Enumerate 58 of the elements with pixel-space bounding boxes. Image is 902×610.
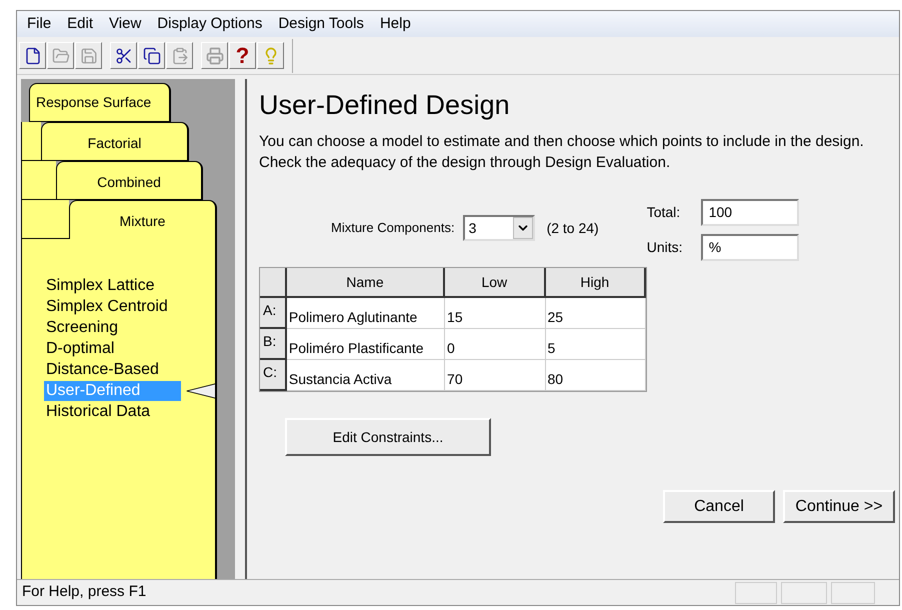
toolbar-button[interactable] <box>19 42 46 69</box>
table-cell[interactable]: 5 <box>546 329 646 360</box>
table-cell[interactable]: 80 <box>546 360 646 391</box>
toolbar-button[interactable] <box>110 42 137 69</box>
dialog-button[interactable]: Cancel <box>663 490 775 523</box>
design-type-item[interactable]: Simplex Lattice <box>44 276 198 296</box>
menu-item[interactable]: Edit <box>67 12 94 36</box>
table-cell[interactable]: Poliméro Plastificante <box>286 329 446 360</box>
status-text: For Help, press F1 <box>21 582 148 602</box>
copy-icon <box>142 46 160 64</box>
status-pane <box>781 582 827 604</box>
page-title: User-Defined Design <box>259 89 511 121</box>
range-hint: (2 to 24) <box>546 218 599 238</box>
menu-item[interactable]: View <box>109 12 142 36</box>
printer-icon <box>206 46 224 64</box>
status-pane <box>735 582 777 604</box>
design-type-item[interactable]: Historical Data <box>44 402 198 422</box>
design-type-item[interactable]: Distance-Based <box>44 360 198 380</box>
table-cell[interactable]: 70 <box>445 360 546 391</box>
new-file-icon <box>24 46 42 64</box>
paste-icon <box>170 46 188 64</box>
column-header: High <box>546 268 646 298</box>
column-header: Low <box>445 268 546 298</box>
category-tab[interactable]: Factorial <box>41 122 189 161</box>
field-label: Units: <box>646 238 684 257</box>
design-type-item[interactable]: D-optimal <box>44 338 198 358</box>
folder-icon <box>52 46 70 64</box>
design-type-item[interactable]: Simplex Centroid <box>44 296 198 316</box>
table-cell[interactable]: 15 <box>445 298 546 329</box>
components-dropdown[interactable]: 3 <box>462 215 535 241</box>
table-cell[interactable]: 25 <box>546 298 646 329</box>
menu-item[interactable]: Display Options <box>157 12 262 36</box>
design-type-item[interactable]: Screening <box>44 318 198 338</box>
column-header: Name <box>286 268 446 298</box>
menu-item[interactable]: Help <box>380 12 411 36</box>
row-header: B: <box>260 329 287 360</box>
category-tab[interactable]: Combined <box>56 161 203 200</box>
field-label: Mixture Components: <box>331 219 455 238</box>
menu-item[interactable]: Design Tools <box>278 12 364 36</box>
row-header: C: <box>260 360 287 391</box>
menu-item[interactable]: File <box>27 12 52 36</box>
cut-icon <box>114 46 132 64</box>
field-label: Total: <box>646 203 682 222</box>
toolbar-button[interactable] <box>138 42 165 69</box>
toolbar-button[interactable]: ? <box>229 42 256 69</box>
units-field[interactable]: % <box>700 234 799 261</box>
row-header: A: <box>260 298 287 329</box>
save-icon <box>80 46 98 64</box>
status-pane <box>831 582 875 604</box>
description-text: You can choose a model to estimate and then choose which points to include in the design. Check the adequacy of the design through Design Evaluation. <box>259 132 865 173</box>
category-tab[interactable]: Mixture <box>69 200 217 239</box>
dialog-button[interactable]: Continue >> <box>783 490 895 523</box>
edit-constraints-button[interactable]: Edit Constraints... <box>285 418 491 456</box>
total-field[interactable]: 100 <box>700 199 799 226</box>
table-cell[interactable]: 0 <box>445 329 546 360</box>
category-tab[interactable]: Response Surface <box>29 83 171 122</box>
table-cell[interactable]: Sustancia Activa <box>286 360 446 391</box>
table-cell[interactable]: Polimero Aglutinante <box>286 298 446 329</box>
